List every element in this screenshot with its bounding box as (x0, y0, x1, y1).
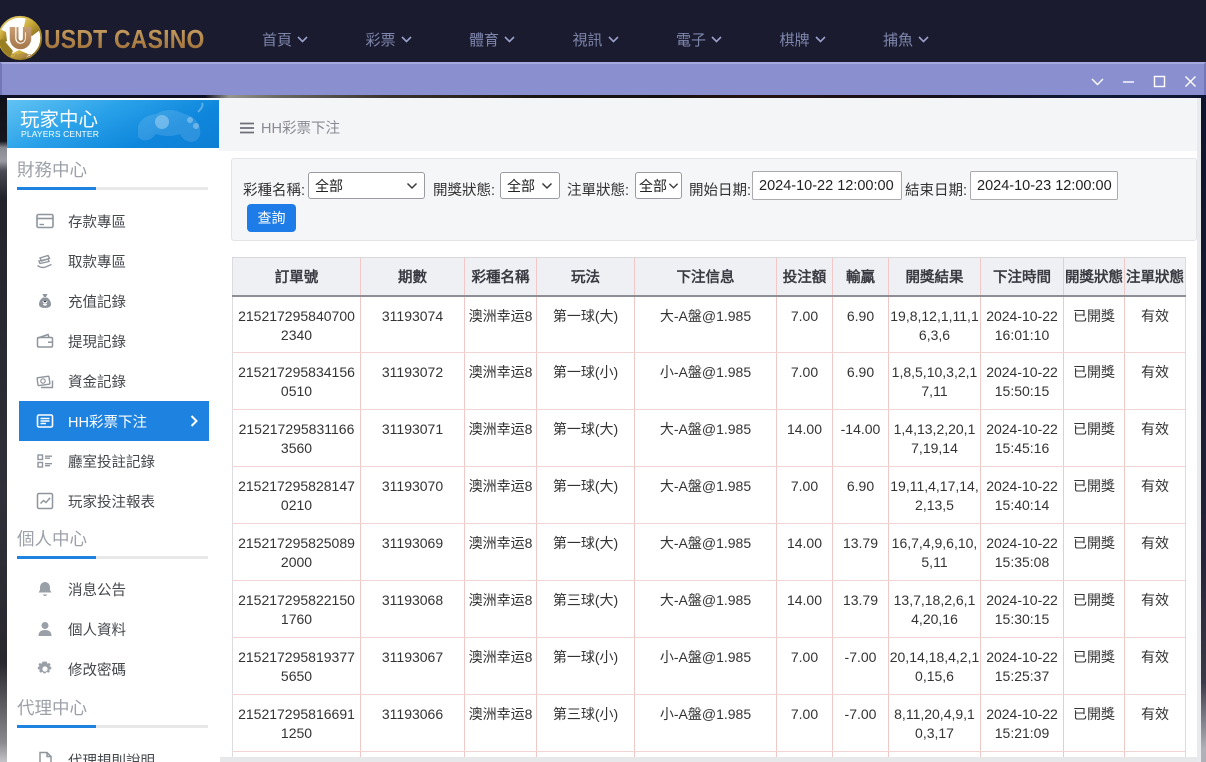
svg-text:CASINO: CASINO (10, 54, 32, 60)
